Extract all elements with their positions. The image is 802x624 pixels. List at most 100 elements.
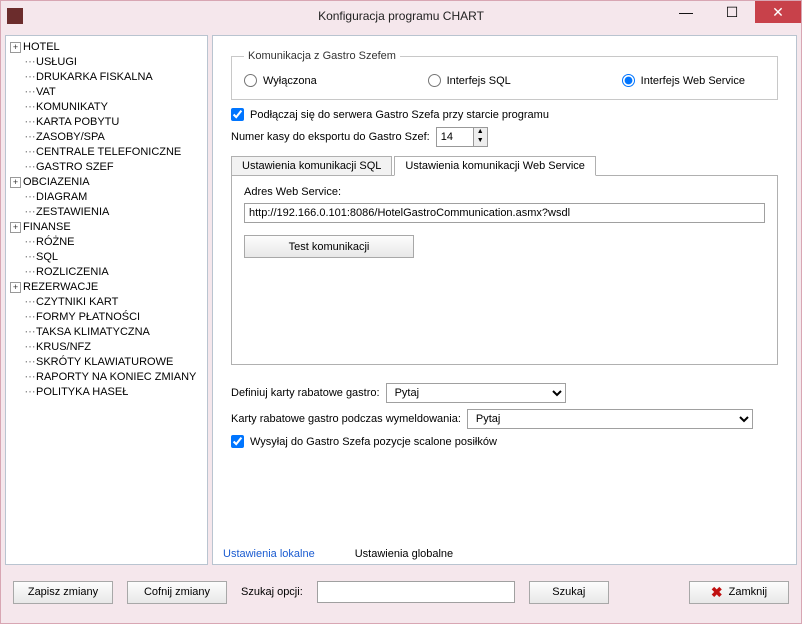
minimize-button[interactable]: — — [663, 1, 709, 23]
expand-icon[interactable]: + — [10, 177, 21, 188]
cash-number-spinner[interactable]: ▲ ▼ — [436, 127, 488, 147]
define-cards-label: Definiuj karty rabatowe gastro: — [231, 387, 380, 399]
tree-item[interactable]: ⋯POLITYKA HASEŁ — [6, 385, 207, 400]
tree-item-label: POLITYKA HASEŁ — [36, 385, 128, 400]
window-close-button[interactable]: ✕ — [755, 1, 801, 23]
tree-item-label: KOMUNIKATY — [36, 100, 108, 115]
expand-icon[interactable]: + — [10, 42, 21, 53]
tree-leaf-icon: ⋯ — [24, 205, 36, 220]
settings-panel: Komunikacja z Gastro Szefem Wyłączona In… — [212, 35, 797, 565]
tree-item[interactable]: ⋯FORMY PŁATNOŚCI — [6, 310, 207, 325]
close-icon: ✖ — [711, 584, 723, 601]
search-label: Szukaj opcji: — [241, 586, 303, 598]
tree-item-label: FORMY PŁATNOŚCI — [36, 310, 140, 325]
cash-number-input[interactable] — [437, 128, 473, 146]
tree-item[interactable]: +HOTEL — [6, 40, 207, 55]
checkout-cards-select[interactable]: Pytaj — [467, 409, 753, 429]
tab-panel-web: Adres Web Service: Test komunikacji — [231, 175, 778, 365]
tree-leaf-icon: ⋯ — [24, 310, 36, 325]
tree-item-label: KRUS/NFZ — [36, 340, 91, 355]
checkout-cards-label: Karty rabatowe gastro podczas wymeldowan… — [231, 413, 461, 425]
tree-item[interactable]: ⋯DIAGRAM — [6, 190, 207, 205]
tree-leaf-icon: ⋯ — [24, 115, 36, 130]
tree-item-label: ZASOBY/SPA — [36, 130, 105, 145]
tree-leaf-icon: ⋯ — [24, 325, 36, 340]
spin-down-icon[interactable]: ▼ — [473, 137, 487, 146]
tree-item[interactable]: ⋯ROZLICZENIA — [6, 265, 207, 280]
local-settings-link[interactable]: Ustawienia lokalne — [223, 548, 315, 560]
cash-number-label: Numer kasy do eksportu do Gastro Szef: — [231, 131, 430, 143]
radio-web[interactable]: Interfejs Web Service — [622, 74, 745, 87]
radio-off[interactable]: Wyłączona — [244, 74, 317, 87]
tree-item[interactable]: ⋯RAPORTY NA KONIEC ZMIANY — [6, 370, 207, 385]
tab-web[interactable]: Ustawienia komunikacji Web Service — [394, 156, 596, 176]
expand-icon[interactable]: + — [10, 282, 21, 293]
tree-leaf-icon: ⋯ — [24, 145, 36, 160]
send-merged-checkbox[interactable]: Wysyłaj do Gastro Szefa pozycje scalone … — [231, 435, 497, 448]
group-legend: Komunikacja z Gastro Szefem — [244, 50, 400, 62]
tree-leaf-icon: ⋯ — [24, 340, 36, 355]
tree-item[interactable]: ⋯KARTA POBYTU — [6, 115, 207, 130]
tree-item[interactable]: ⋯GASTRO SZEF — [6, 160, 207, 175]
global-settings-label: Ustawienia globalne — [355, 548, 453, 560]
tree-item-label: REZERWACJE — [23, 280, 98, 295]
test-communication-button[interactable]: Test komunikacji — [244, 235, 414, 258]
radio-sql[interactable]: Interfejs SQL — [428, 74, 511, 87]
tree-leaf-icon: ⋯ — [24, 190, 36, 205]
tree-item-label: USŁUGI — [36, 55, 77, 70]
tree-item[interactable]: ⋯RÓŻNE — [6, 235, 207, 250]
tree-item-label: VAT — [36, 85, 56, 100]
tree-item-label: RAPORTY NA KONIEC ZMIANY — [36, 370, 196, 385]
define-cards-select[interactable]: Pytaj — [386, 383, 566, 403]
search-input[interactable] — [317, 581, 515, 603]
tree-item-label: ZESTAWIENIA — [36, 205, 109, 220]
undo-button[interactable]: Cofnij zmiany — [127, 581, 227, 604]
connect-on-start-checkbox[interactable]: Podłączaj się do serwera Gastro Szefa pr… — [231, 108, 549, 121]
webservice-address-input[interactable] — [244, 203, 765, 223]
tree-item-label: ROZLICZENIA — [36, 265, 109, 280]
bottom-toolbar: Zapisz zmiany Cofnij zmiany Szukaj opcji… — [1, 569, 801, 615]
tree-item-label: OBCIAZENIA — [23, 175, 90, 190]
title-bar: Konfiguracja programu CHART — ☐ ✕ — [1, 1, 801, 31]
tree-leaf-icon: ⋯ — [24, 55, 36, 70]
save-button[interactable]: Zapisz zmiany — [13, 581, 113, 604]
tree-item[interactable]: ⋯USŁUGI — [6, 55, 207, 70]
tab-sql[interactable]: Ustawienia komunikacji SQL — [231, 156, 392, 176]
tree-item[interactable]: ⋯DRUKARKA FISKALNA — [6, 70, 207, 85]
tree-leaf-icon: ⋯ — [24, 100, 36, 115]
tree-item[interactable]: ⋯VAT — [6, 85, 207, 100]
close-button[interactable]: ✖ Zamknij — [689, 581, 789, 604]
search-button[interactable]: Szukaj — [529, 581, 609, 604]
maximize-button[interactable]: ☐ — [709, 1, 755, 23]
tree-leaf-icon: ⋯ — [24, 160, 36, 175]
tree-leaf-icon: ⋯ — [24, 370, 36, 385]
tree-item-label: FINANSE — [23, 220, 71, 235]
spin-up-icon[interactable]: ▲ — [473, 128, 487, 137]
tree-item-label: SKRÓTY KLAWIATUROWE — [36, 355, 173, 370]
tree-item[interactable]: ⋯ZASOBY/SPA — [6, 130, 207, 145]
tree-item-label: GASTRO SZEF — [36, 160, 114, 175]
tree-item[interactable]: +FINANSE — [6, 220, 207, 235]
tree-leaf-icon: ⋯ — [24, 235, 36, 250]
settings-tree[interactable]: +HOTEL⋯USŁUGI⋯DRUKARKA FISKALNA⋯VAT⋯KOMU… — [5, 35, 208, 565]
expand-icon[interactable]: + — [10, 222, 21, 233]
tree-item-label: HOTEL — [23, 40, 60, 55]
tree-item[interactable]: ⋯CZYTNIKI KART — [6, 295, 207, 310]
tree-item[interactable]: ⋯KRUS/NFZ — [6, 340, 207, 355]
tree-item[interactable]: +REZERWACJE — [6, 280, 207, 295]
tree-item-label: KARTA POBYTU — [36, 115, 119, 130]
tree-item[interactable]: ⋯TAKSA KLIMATYCZNA — [6, 325, 207, 340]
tree-item-label: TAKSA KLIMATYCZNA — [36, 325, 150, 340]
tree-leaf-icon: ⋯ — [24, 85, 36, 100]
tree-item[interactable]: ⋯SKRÓTY KLAWIATUROWE — [6, 355, 207, 370]
tree-item[interactable]: +OBCIAZENIA — [6, 175, 207, 190]
tree-item-label: CENTRALE TELEFONICZNE — [36, 145, 181, 160]
tree-item[interactable]: ⋯CENTRALE TELEFONICZNE — [6, 145, 207, 160]
tree-item[interactable]: ⋯KOMUNIKATY — [6, 100, 207, 115]
tree-item[interactable]: ⋯ZESTAWIENIA — [6, 205, 207, 220]
tree-leaf-icon: ⋯ — [24, 250, 36, 265]
tree-leaf-icon: ⋯ — [24, 265, 36, 280]
tree-item[interactable]: ⋯SQL — [6, 250, 207, 265]
webservice-address-label: Adres Web Service: — [244, 186, 765, 198]
tree-item-label: DIAGRAM — [36, 190, 87, 205]
